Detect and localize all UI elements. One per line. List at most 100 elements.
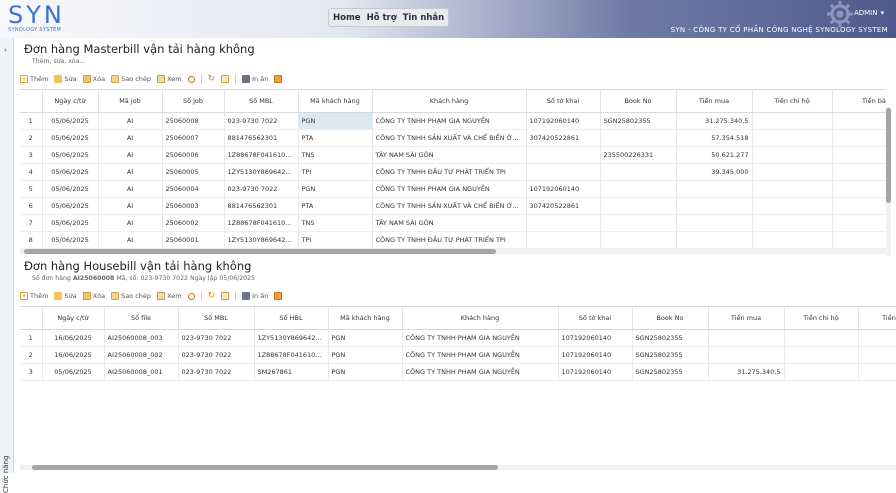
- table-cell[interactable]: 25060002: [162, 214, 225, 232]
- table-cell[interactable]: 16/06/2025: [42, 346, 105, 364]
- user-menu[interactable]: ADMIN ▾: [854, 9, 884, 17]
- house-search-button[interactable]: [187, 292, 195, 300]
- table-cell[interactable]: CÔNG TY TNHH PHẠM GIA NGUYỄN: [402, 363, 559, 381]
- table-cell[interactable]: 63.28: [832, 129, 886, 147]
- house-column-header[interactable]: Tiền: [858, 307, 896, 330]
- master-column-header[interactable]: Mã job: [98, 90, 163, 113]
- table-cell[interactable]: TNS: [298, 214, 373, 232]
- master-column-header[interactable]: Tiền bán: [832, 90, 886, 113]
- table-cell[interactable]: [858, 363, 896, 381]
- table-cell[interactable]: CÔNG TY TNHH PHẠM GIA NGUYỄN: [372, 112, 527, 130]
- table-cell[interactable]: [708, 329, 785, 347]
- table-cell[interactable]: AI: [98, 197, 163, 215]
- house-delete-button[interactable]: Xóa: [82, 292, 105, 300]
- table-cell[interactable]: [752, 146, 833, 164]
- master-edit-button[interactable]: Sửa: [54, 75, 77, 83]
- house-column-header[interactable]: Số file: [104, 307, 179, 330]
- table-cell[interactable]: AI: [98, 146, 163, 164]
- table-cell[interactable]: 05/06/2025: [42, 231, 99, 249]
- table-cell[interactable]: 1: [20, 112, 43, 130]
- table-cell[interactable]: [600, 231, 677, 249]
- table-cell[interactable]: [752, 214, 833, 232]
- table-cell[interactable]: SGN25802355: [632, 329, 709, 347]
- master-grid[interactable]: Ngày c/từ Mã job Số job Số MBL Mã khách hàng…: [20, 89, 886, 249]
- table-cell[interactable]: 023-9730 7022: [224, 112, 299, 130]
- table-cell[interactable]: [858, 346, 896, 364]
- master-column-header[interactable]: Mã khách hàng: [298, 90, 373, 113]
- house-export-button[interactable]: [274, 292, 283, 300]
- table-cell[interactable]: TÂY NAM SÀI GÒN: [372, 146, 527, 164]
- table-cell[interactable]: CÔNG TY TNHH ĐẦU TƯ PHÁT TRIỂN TPI: [372, 231, 527, 249]
- table-cell[interactable]: [600, 129, 677, 147]
- table-cell[interactable]: [752, 231, 833, 249]
- table-cell[interactable]: AI: [98, 231, 163, 249]
- table-row[interactable]: 7 05/06/2025 AI 25060002 1Z88678F0416101... T…: [20, 214, 886, 232]
- house-columns-button[interactable]: [221, 292, 230, 300]
- table-cell[interactable]: 16/06/2025: [42, 329, 105, 347]
- table-cell[interactable]: 4: [20, 163, 43, 181]
- master-column-header[interactable]: Ngày c/từ: [42, 90, 99, 113]
- table-cell[interactable]: PGN: [328, 329, 403, 347]
- table-cell[interactable]: TNS: [298, 146, 373, 164]
- table-cell[interactable]: 1: [20, 329, 43, 347]
- table-cell[interactable]: TÂY NAM SÀI GÒN: [372, 214, 527, 232]
- table-cell[interactable]: 307420522861: [526, 129, 601, 147]
- table-cell[interactable]: 1Z88678F0416101...: [224, 214, 299, 232]
- table-cell[interactable]: 2: [20, 346, 43, 364]
- nav-messages[interactable]: Tin nhắn: [403, 13, 445, 23]
- table-cell[interactable]: 8: [20, 231, 43, 249]
- table-cell[interactable]: 023-9730 7022: [178, 363, 255, 381]
- nav-support[interactable]: Hỗ trợ: [367, 13, 397, 23]
- table-row[interactable]: 3 05/06/2025 AI 25060006 1Z88678F0416101... T…: [20, 146, 886, 164]
- scroll-thumb[interactable]: [32, 465, 498, 470]
- table-cell[interactable]: 023-9730 7022: [224, 180, 299, 198]
- table-cell[interactable]: 5: [20, 180, 43, 198]
- table-cell[interactable]: [752, 163, 833, 181]
- table-cell[interactable]: 7: [20, 214, 43, 232]
- table-cell[interactable]: 6: [20, 197, 43, 215]
- master-search-button[interactable]: [187, 75, 195, 83]
- table-cell[interactable]: [676, 197, 753, 215]
- table-cell[interactable]: [832, 197, 886, 215]
- table-cell[interactable]: 05/06/2025: [42, 129, 99, 147]
- master-print-button[interactable]: In ấn: [242, 75, 268, 83]
- master-vscrollbar[interactable]: [886, 106, 891, 256]
- table-cell[interactable]: SGN25802355: [632, 346, 709, 364]
- master-column-header[interactable]: Book No: [600, 90, 677, 113]
- table-cell[interactable]: 05/06/2025: [42, 197, 99, 215]
- table-cell[interactable]: PGN: [298, 112, 373, 130]
- table-cell[interactable]: 05/06/2025: [42, 163, 99, 181]
- table-cell[interactable]: 56.03: [832, 146, 886, 164]
- master-hscrollbar[interactable]: [20, 249, 886, 254]
- table-cell[interactable]: AI: [98, 214, 163, 232]
- chevron-right-icon[interactable]: ›: [4, 46, 7, 54]
- master-copy-button[interactable]: Sao chép: [111, 75, 151, 83]
- syn-logo[interactable]: SYN SYNOLOGY SYSTEM: [8, 2, 70, 36]
- house-column-header[interactable]: Số tờ khai: [558, 307, 633, 330]
- table-cell[interactable]: 107192060140: [558, 329, 633, 347]
- table-cell[interactable]: 023-9730 7022: [178, 346, 255, 364]
- table-row[interactable]: 2 16/06/2025 AI25060008_002 023-9730 7022 1Z…: [20, 346, 896, 364]
- house-refresh-button[interactable]: ↻: [208, 292, 216, 301]
- table-row[interactable]: 2 05/06/2025 AI 25060007 881476562301 PTA CÔNG…: [20, 129, 886, 147]
- table-cell[interactable]: 25060003: [162, 197, 225, 215]
- table-cell[interactable]: CÔNG TY TNHH SẢN XUẤT VÀ CHẾ BIẾN Ớ...: [372, 129, 527, 147]
- table-cell[interactable]: [858, 329, 896, 347]
- table-cell[interactable]: 54.60: [832, 112, 886, 130]
- master-column-header[interactable]: Số job: [162, 90, 225, 113]
- scroll-thumb[interactable]: [886, 108, 891, 203]
- master-refresh-button[interactable]: ↻: [208, 75, 216, 84]
- table-cell[interactable]: 3: [20, 363, 43, 381]
- table-cell[interactable]: PGN: [328, 346, 403, 364]
- table-cell[interactable]: PTA: [298, 197, 373, 215]
- house-column-header[interactable]: Số HBL: [254, 307, 329, 330]
- table-cell[interactable]: 25060007: [162, 129, 225, 147]
- table-cell[interactable]: AI: [98, 129, 163, 147]
- table-cell[interactable]: 107192060140: [526, 180, 601, 198]
- table-cell[interactable]: [600, 214, 677, 232]
- master-column-header[interactable]: Số MBL: [224, 90, 299, 113]
- table-cell[interactable]: 1Z88678F0416101...: [224, 146, 299, 164]
- table-row[interactable]: 1 05/06/2025 AI 25060008 023-9730 7022 PGN CÔN…: [20, 112, 886, 130]
- table-cell[interactable]: 307420522861: [526, 197, 601, 215]
- table-cell[interactable]: CÔNG TY TNHH PHẠM GIA NGUYỄN: [402, 346, 559, 364]
